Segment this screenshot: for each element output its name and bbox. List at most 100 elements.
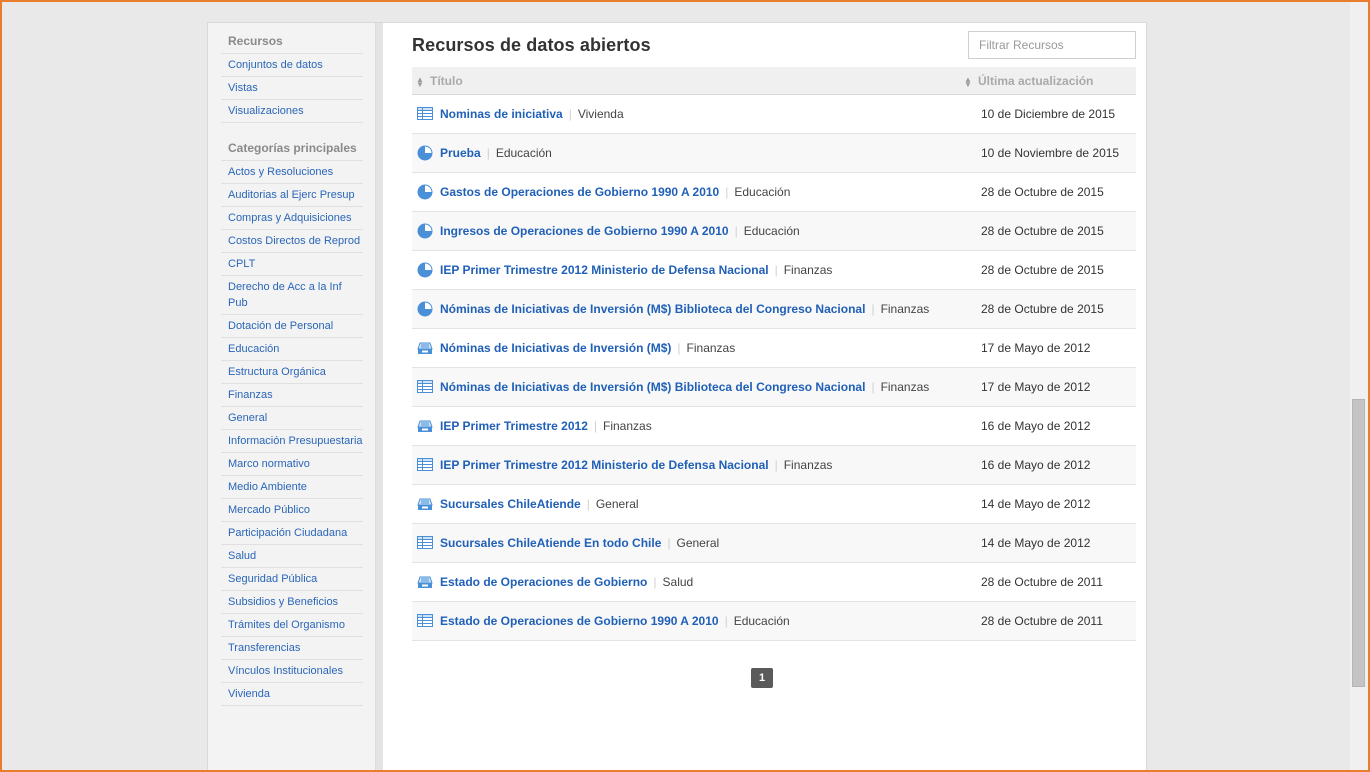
resource-date: 28 de Octubre de 2011 (981, 614, 1103, 628)
resource-category: Educación (734, 185, 791, 199)
sidebar-item-category-9[interactable]: Finanzas (221, 384, 363, 407)
sidebar-item-category-13[interactable]: Medio Ambiente (221, 476, 363, 499)
resource-category: Educación (495, 146, 552, 160)
resource-date: 28 de Octubre de 2015 (981, 302, 1104, 316)
resource-link[interactable]: Nóminas de Iniciativas de Inversión (M$)… (440, 380, 865, 394)
resource-category: Salud (662, 575, 694, 589)
sidebar-item-category-4[interactable]: CPLT (221, 253, 363, 276)
resource-link[interactable]: Nóminas de Iniciativas de Inversión (M$) (440, 341, 671, 355)
table-row: IEP Primer Trimestre 2012 | Finanzas 16 de … (412, 407, 1136, 446)
separator: | (871, 380, 875, 394)
sidebar-item-resource-0[interactable]: Conjuntos de datos (221, 54, 363, 77)
resource-date: 10 de Diciembre de 2015 (981, 107, 1116, 121)
resource-category: General (676, 536, 720, 550)
resource-link[interactable]: Estado de Operaciones de Gobierno (440, 575, 647, 589)
resource-link[interactable]: Sucursales ChileAtiende En todo Chile (440, 536, 661, 550)
resources-table: Nominas de iniciativa | Vivienda 10 de Dici… (412, 95, 1136, 641)
separator: | (653, 575, 657, 589)
sidebar-item-category-20[interactable]: Transferencias (221, 637, 363, 660)
table-row: Nóminas de Iniciativas de Inversión (M$)… (412, 290, 1136, 329)
table-row: Nóminas de Iniciativas de Inversión (M$)… (412, 329, 1136, 368)
resource-category: Finanzas (783, 458, 833, 472)
separator: | (724, 614, 728, 628)
sidebar-item-category-15[interactable]: Participación Ciudadana (221, 522, 363, 545)
sidebar-item-category-8[interactable]: Estructura Orgánica (221, 361, 363, 384)
scrollbar-thumb[interactable] (1352, 399, 1365, 687)
table-row: IEP Primer Trimestre 2012 Ministerio de … (412, 446, 1136, 485)
table-icon (417, 613, 433, 629)
resource-category: Educación (743, 224, 800, 238)
resource-date: 16 de Mayo de 2012 (981, 458, 1091, 472)
sidebar-item-resource-2[interactable]: Visualizaciones (221, 100, 363, 123)
sidebar-item-resource-1[interactable]: Vistas (221, 77, 363, 100)
resource-link[interactable]: Prueba (440, 146, 481, 160)
sidebar-item-category-2[interactable]: Compras y Adquisiciones (221, 207, 363, 230)
sidebar-heading-categories: Categorías principales (221, 138, 363, 161)
sidebar-item-category-16[interactable]: Salud (221, 545, 363, 568)
sidebar-item-category-3[interactable]: Costos Directos de Reprod (221, 230, 363, 253)
resource-link[interactable]: Nominas de iniciativa (440, 107, 563, 121)
sidebar-item-category-19[interactable]: Trámites del Organismo (221, 614, 363, 637)
filter-input[interactable] (968, 31, 1136, 59)
sidebar-item-category-5[interactable]: Derecho de Acc a la Inf Pub (221, 276, 363, 315)
resource-link[interactable]: Estado de Operaciones de Gobierno 1990 A… (440, 614, 719, 628)
resource-category: Finanzas (783, 263, 833, 277)
row-title-cell: IEP Primer Trimestre 2012 Ministerio de … (440, 446, 832, 484)
dataset-icon (417, 496, 433, 512)
resource-link[interactable]: Nóminas de Iniciativas de Inversión (M$)… (440, 302, 865, 316)
sidebar: Recursos Conjuntos de datos Vistas Visuali… (208, 23, 383, 772)
sidebar-item-category-10[interactable]: General (221, 407, 363, 430)
resource-link[interactable]: IEP Primer Trimestre 2012 Ministerio de … (440, 263, 769, 277)
resource-link[interactable]: Gastos de Operaciones de Gobierno 1990 A… (440, 185, 719, 199)
dataset-icon (417, 418, 433, 434)
row-title-cell: Nóminas de Iniciativas de Inversión (M$)… (440, 290, 929, 328)
separator: | (871, 302, 875, 316)
resource-date: 14 de Mayo de 2012 (981, 536, 1091, 550)
separator: | (774, 263, 778, 277)
sidebar-item-category-0[interactable]: Actos y Resoluciones (221, 161, 363, 184)
resource-date: 17 de Mayo de 2012 (981, 380, 1091, 394)
pie-chart-icon (417, 262, 433, 278)
resource-link[interactable]: IEP Primer Trimestre 2012 (440, 419, 588, 433)
resource-date: 10 de Noviembre de 2015 (981, 146, 1120, 160)
table-row: Nóminas de Iniciativas de Inversión (M$)… (412, 368, 1136, 407)
table-row: Nominas de iniciativa | Vivienda 10 de Dici… (412, 95, 1136, 134)
pagination-page-1[interactable]: 1 (751, 668, 773, 688)
sidebar-item-category-11[interactable]: Información Presupuestaria (221, 430, 363, 453)
sidebar-item-category-1[interactable]: Auditorias al Ejerc Presup (221, 184, 363, 207)
sort-icon: ▲ ▼ (964, 74, 972, 89)
sidebar-item-category-6[interactable]: Dotación de Personal (221, 315, 363, 338)
row-title-cell: Gastos de Operaciones de Gobierno 1990 A… (440, 173, 790, 211)
column-header-date[interactable]: ▲ ▼ Última actualización (964, 67, 1093, 95)
resource-category: Finanzas (686, 341, 736, 355)
resource-date: 28 de Octubre de 2015 (981, 185, 1104, 199)
row-title-cell: Sucursales ChileAtiende | General (440, 485, 639, 523)
column-title-label: Título (430, 74, 463, 88)
resource-link[interactable]: Ingresos de Operaciones de Gobierno 1990… (440, 224, 729, 238)
resource-link[interactable]: IEP Primer Trimestre 2012 Ministerio de … (440, 458, 769, 472)
resource-date: 14 de Mayo de 2012 (981, 497, 1091, 511)
dataset-icon (417, 574, 433, 590)
resource-category: Finanzas (880, 302, 930, 316)
dataset-icon (417, 340, 433, 356)
resources-list: Conjuntos de datos Vistas Visualizaciones (221, 54, 363, 123)
sidebar-item-category-7[interactable]: Educación (221, 338, 363, 361)
table-icon (417, 106, 433, 122)
scrollbar[interactable] (1350, 2, 1368, 770)
pie-chart-icon (417, 223, 433, 239)
resource-date: 28 de Octubre de 2015 (981, 263, 1104, 277)
separator: | (593, 419, 597, 433)
table-row: Gastos de Operaciones de Gobierno 1990 A… (412, 173, 1136, 212)
sidebar-item-category-14[interactable]: Mercado Público (221, 499, 363, 522)
column-header-title[interactable]: ▲ ▼ Título (416, 67, 463, 95)
sidebar-item-category-18[interactable]: Subsidios y Beneficios (221, 591, 363, 614)
sidebar-item-category-21[interactable]: Vínculos Institucionales (221, 660, 363, 683)
resource-link[interactable]: Sucursales ChileAtiende (440, 497, 581, 511)
table-row: Ingresos de Operaciones de Gobierno 1990… (412, 212, 1136, 251)
row-title-cell: Nominas de iniciativa | Vivienda (440, 95, 624, 133)
sidebar-item-category-22[interactable]: Vivienda (221, 683, 363, 706)
pie-chart-icon (417, 301, 433, 317)
sidebar-item-category-12[interactable]: Marco normativo (221, 453, 363, 476)
separator: | (568, 107, 572, 121)
sidebar-item-category-17[interactable]: Seguridad Pública (221, 568, 363, 591)
